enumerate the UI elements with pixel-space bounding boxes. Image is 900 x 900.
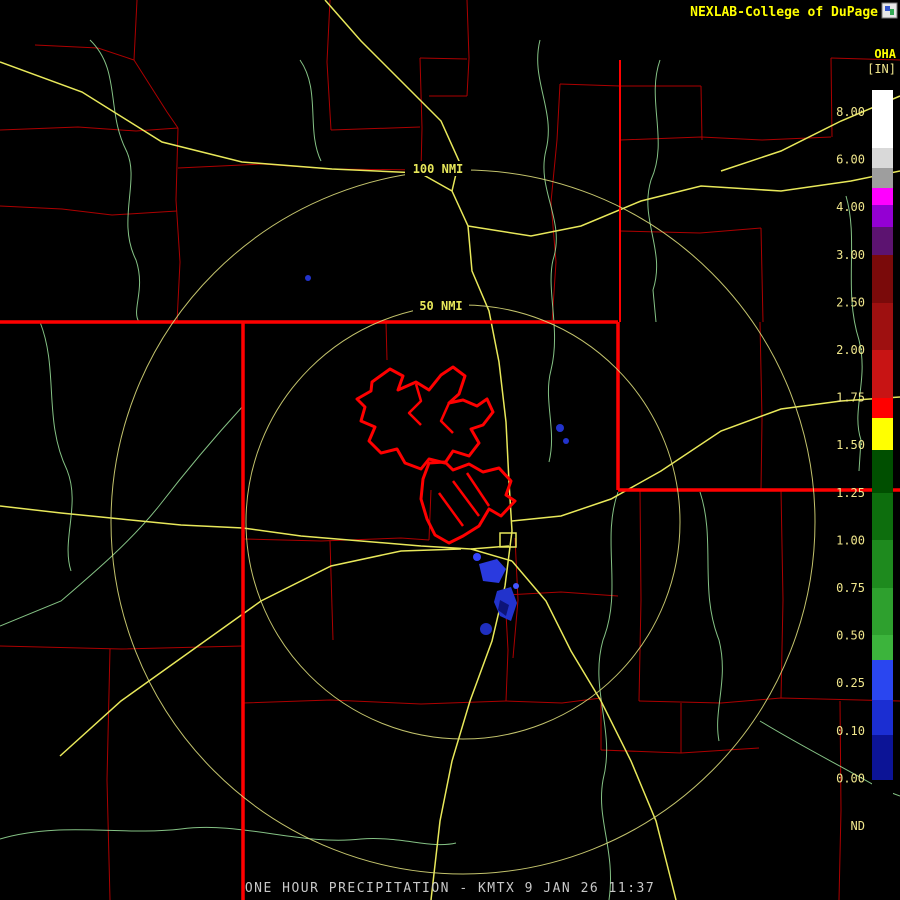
legend-label: 1.50 xyxy=(836,438,865,452)
product-units-label: [IN] xyxy=(867,62,896,76)
legend-segment xyxy=(872,700,893,735)
legend-label: 1.75 xyxy=(836,391,865,405)
legend-segments xyxy=(872,90,893,850)
legend-segment xyxy=(872,227,893,255)
legend-segment xyxy=(872,188,893,205)
legend-segment xyxy=(872,780,893,850)
radar-map: 100 NMI 50 NMI 8.00 6.00 4.00 3.00 2.50 2.00 1… xyxy=(0,0,900,900)
brand-logo-icon xyxy=(881,2,898,19)
map-background xyxy=(0,0,900,900)
legend-label: 2.00 xyxy=(836,343,865,357)
legend-segment xyxy=(872,350,893,398)
legend-segment xyxy=(872,450,893,493)
legend-segment xyxy=(872,90,893,148)
legend-segment xyxy=(872,418,893,450)
legend-segment xyxy=(872,493,893,540)
legend-segment xyxy=(872,398,893,418)
brand-title: NEXLAB-College of DuPage xyxy=(690,5,878,20)
legend-label: 0.75 xyxy=(836,581,865,595)
legend-segment xyxy=(872,168,893,188)
legend-label: 6.00 xyxy=(836,153,865,167)
legend-segment xyxy=(872,540,893,588)
legend-label: 3.00 xyxy=(836,248,865,262)
legend-segment xyxy=(872,635,893,660)
legend-segment xyxy=(872,660,893,700)
legend-label: 0.10 xyxy=(836,724,865,738)
legend-label: 2.50 xyxy=(836,295,865,309)
legend-label: 1.25 xyxy=(836,486,865,500)
legend-label: 4.00 xyxy=(836,200,865,214)
legend-segment xyxy=(872,255,893,303)
legend-label: 0.00 xyxy=(836,771,865,785)
product-code-label: OHA xyxy=(874,47,896,61)
radar-screen: 100 NMI 50 NMI 8.00 6.00 4.00 3.00 2.50 2.00 1… xyxy=(0,0,900,900)
legend-label: 1.00 xyxy=(836,533,865,547)
legend-segment xyxy=(872,148,893,168)
footer-product-title: ONE HOUR PRECIPITATION - KMTX 9 JAN 26 1… xyxy=(245,881,655,896)
legend-label: 0.25 xyxy=(836,676,865,690)
legend-segment xyxy=(872,588,893,635)
legend-segment xyxy=(872,205,893,227)
legend-label: ND xyxy=(851,819,865,833)
legend-label: 0.50 xyxy=(836,629,865,643)
legend-label: 8.00 xyxy=(836,105,865,119)
ring-label-100nmi: 100 NMI xyxy=(413,162,464,176)
legend-segment xyxy=(872,303,893,350)
ring-label-50nmi: 50 NMI xyxy=(419,299,462,313)
legend-segment xyxy=(872,735,893,780)
